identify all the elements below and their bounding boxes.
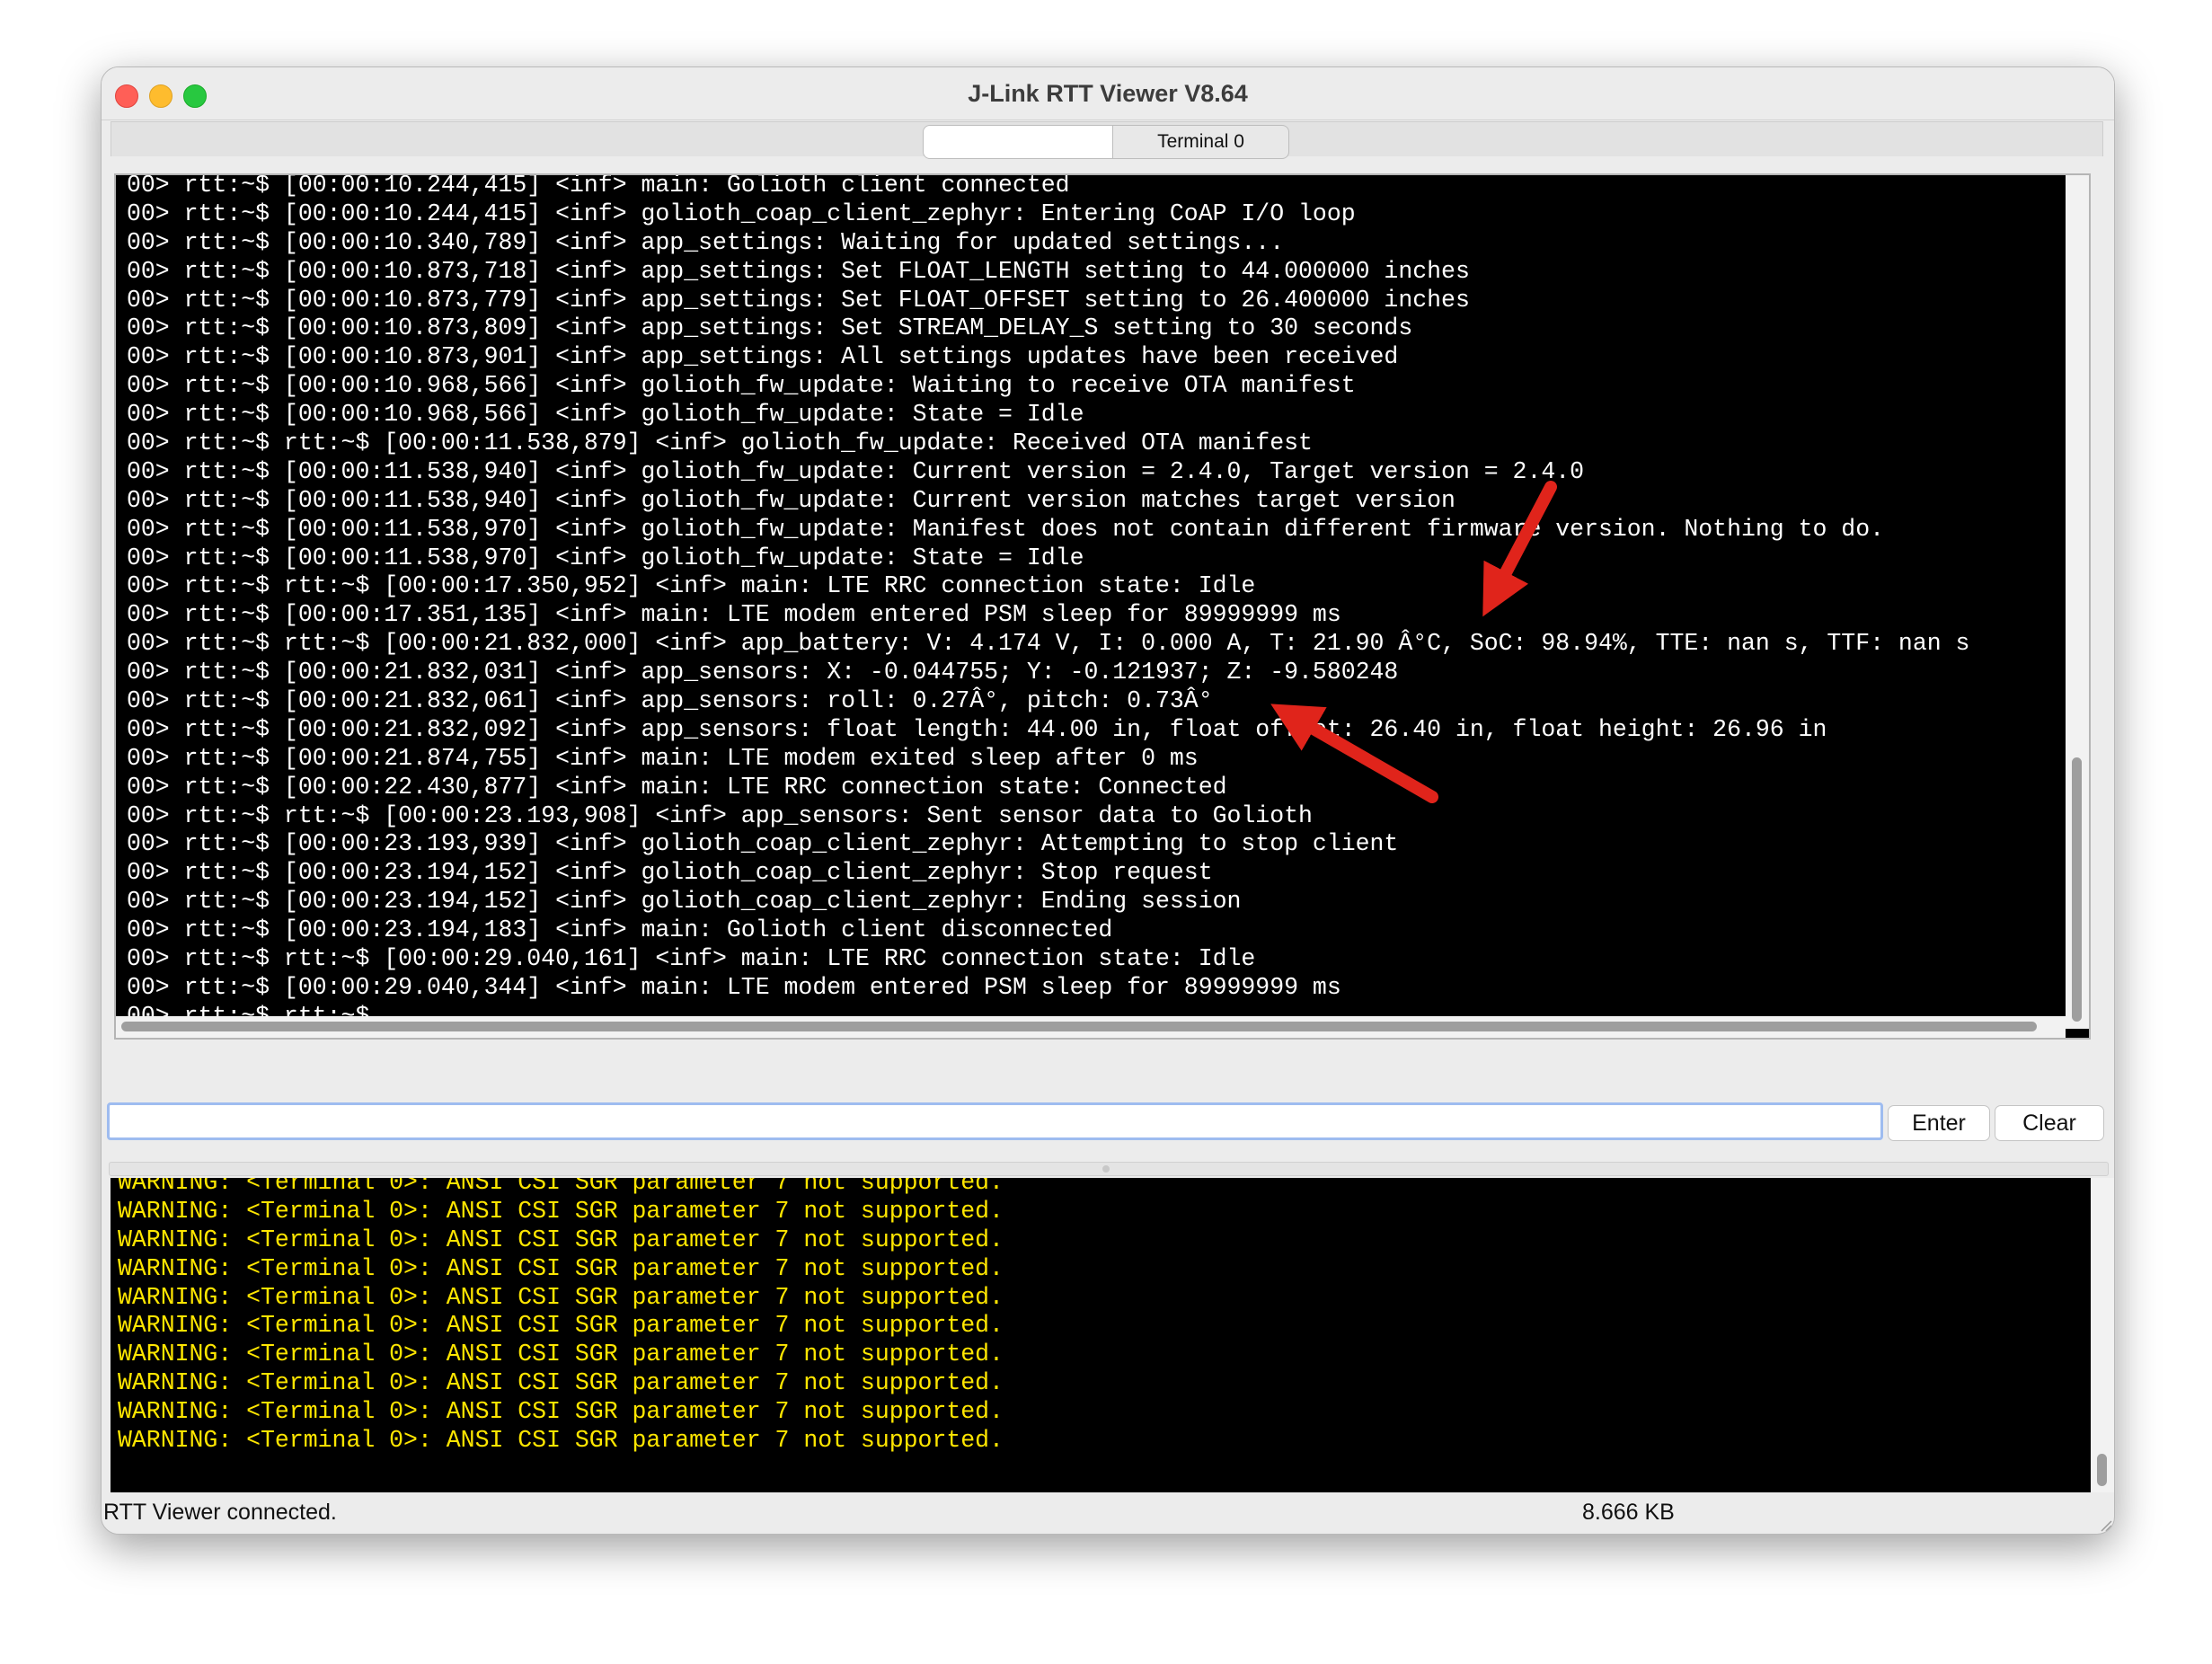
terminal-line: 00> rtt:~$ [00:00:22.430,877] <inf> main… — [127, 773, 1227, 801]
terminal-horizontal-scrollbar[interactable] — [116, 1016, 2066, 1038]
terminal-line: 00> rtt:~$ [00:00:11.538,940] <inf> goli… — [127, 457, 1585, 485]
warning-line: WARNING: <Terminal 0>: ANSI CSI SGR para… — [118, 1197, 1004, 1225]
terminal-line: 00> rtt:~$ [00:00:17.351,135] <inf> main… — [127, 601, 1341, 629]
window-title: J-Link RTT Viewer V8.64 — [968, 80, 1248, 107]
terminal-line: 00> rtt:~$ [00:00:10.873,779] <inf> app_… — [127, 286, 1470, 314]
rtt-viewer-window: J-Link RTT Viewer V8.64 Terminal 0 00> r… — [101, 66, 2115, 1535]
splitter-handle-icon — [1102, 1165, 1110, 1173]
tab-blank[interactable] — [923, 125, 1113, 159]
terminal-line: 00> rtt:~$ rtt:~$ [00:00:17.350,952] <in… — [127, 572, 1256, 600]
tab-terminal-0[interactable]: Terminal 0 — [1113, 125, 1289, 159]
log-output[interactable]: WARNING: <Terminal 0>: ANSI CSI SGR para… — [111, 1178, 2114, 1492]
command-input[interactable] — [107, 1102, 1883, 1140]
terminal-line: 00> rtt:~$ [00:00:11.538,970] <inf> goli… — [127, 515, 1885, 543]
status-text: RTT Viewer connected. — [103, 1500, 337, 1525]
terminal-line: 00> rtt:~$ [00:00:21.832,092] <inf> app_… — [127, 715, 1827, 743]
warning-line: WARNING: <Terminal 0>: ANSI CSI SGR para… — [118, 1178, 1004, 1196]
terminal-line: 00> rtt:~$ [00:00:10.873,901] <inf> app_… — [127, 343, 1399, 371]
log-lines: WARNING: <Terminal 0>: ANSI CSI SGR para… — [118, 1178, 1004, 1456]
terminal-line: 00> rtt:~$ [00:00:23.193,939] <inf> goli… — [127, 830, 1399, 858]
terminal-line: 00> rtt:~$ [00:00:10.968,566] <inf> goli… — [127, 372, 1356, 400]
terminal-line: 00> rtt:~$ rtt:~$ [00:00:29.040,161] <in… — [127, 945, 1256, 973]
terminal-lines: 00> rtt:~$ [00:00:10.244,415] <inf> main… — [127, 173, 1970, 1031]
terminal-output[interactable]: 00> rtt:~$ [00:00:10.244,415] <inf> main… — [114, 173, 2091, 1040]
terminal-line: 00> rtt:~$ [00:00:10.873,718] <inf> app_… — [127, 257, 1470, 285]
terminal-line: 00> rtt:~$ [00:00:10.244,415] <inf> goli… — [127, 199, 1356, 227]
terminal-line: 00> rtt:~$ [00:00:21.832,031] <inf> app_… — [127, 659, 1399, 686]
data-size: 8.666 KB — [1582, 1500, 1675, 1525]
terminal-line: 00> rtt:~$ [00:00:21.874,755] <inf> main… — [127, 744, 1199, 772]
resize-grip-icon[interactable] — [2098, 1518, 2112, 1532]
terminal-line: 00> rtt:~$ rtt:~$ [00:00:21.832,000] <in… — [127, 630, 1970, 658]
terminal-line: 00> rtt:~$ [00:00:29.040,344] <inf> main… — [127, 973, 1341, 1001]
terminal-line: 00> rtt:~$ [00:00:10.244,415] <inf> main… — [127, 173, 1070, 199]
terminal-line: 00> rtt:~$ [00:00:23.194,152] <inf> goli… — [127, 888, 1242, 916]
log-vertical-scrollbar[interactable] — [2091, 1178, 2114, 1492]
warning-line: WARNING: <Terminal 0>: ANSI CSI SGR para… — [118, 1427, 1004, 1455]
warning-line: WARNING: <Terminal 0>: ANSI CSI SGR para… — [118, 1312, 1004, 1340]
terminal-line: 00> rtt:~$ [00:00:23.194,152] <inf> goli… — [127, 859, 1213, 887]
warning-line: WARNING: <Terminal 0>: ANSI CSI SGR para… — [118, 1283, 1004, 1311]
warning-line: WARNING: <Terminal 0>: ANSI CSI SGR para… — [118, 1226, 1004, 1253]
terminal-line: 00> rtt:~$ [00:00:11.538,940] <inf> goli… — [127, 486, 1455, 514]
terminal-line: 00> rtt:~$ [00:00:21.832,061] <inf> app_… — [127, 687, 1213, 715]
terminal-line: 00> rtt:~$ [00:00:10.340,789] <inf> app_… — [127, 228, 1285, 256]
terminal-line: 00> rtt:~$ [00:00:23.194,183] <inf> main… — [127, 916, 1113, 944]
warning-line: WARNING: <Terminal 0>: ANSI CSI SGR para… — [118, 1254, 1004, 1282]
clear-button[interactable]: Clear — [1995, 1105, 2104, 1141]
warning-line: WARNING: <Terminal 0>: ANSI CSI SGR para… — [118, 1369, 1004, 1397]
terminal-line: 00> rtt:~$ [00:00:11.538,970] <inf> goli… — [127, 544, 1084, 571]
enter-button[interactable]: Enter — [1888, 1105, 1990, 1141]
warning-line: WARNING: <Terminal 0>: ANSI CSI SGR para… — [118, 1341, 1004, 1368]
log-vertical-scroll-thumb[interactable] — [2097, 1454, 2107, 1486]
warning-line: WARNING: <Terminal 0>: ANSI CSI SGR para… — [118, 1398, 1004, 1426]
terminal-line: 00> rtt:~$ rtt:~$ [00:00:11.538,879] <in… — [127, 429, 1313, 457]
terminal-vertical-scrollbar[interactable] — [2066, 175, 2089, 1029]
terminal-horizontal-scroll-thumb[interactable] — [121, 1022, 2037, 1031]
terminal-line: 00> rtt:~$ [00:00:10.968,566] <inf> goli… — [127, 401, 1084, 429]
title-bar: J-Link RTT Viewer V8.64 — [102, 67, 2114, 120]
pane-splitter[interactable] — [109, 1162, 2109, 1176]
terminal-vertical-scroll-thumb[interactable] — [2072, 757, 2082, 1022]
terminal-line: 00> rtt:~$ [00:00:10.873,809] <inf> app_… — [127, 314, 1413, 342]
terminal-line: 00> rtt:~$ rtt:~$ [00:00:23.193,908] <in… — [127, 801, 1313, 829]
